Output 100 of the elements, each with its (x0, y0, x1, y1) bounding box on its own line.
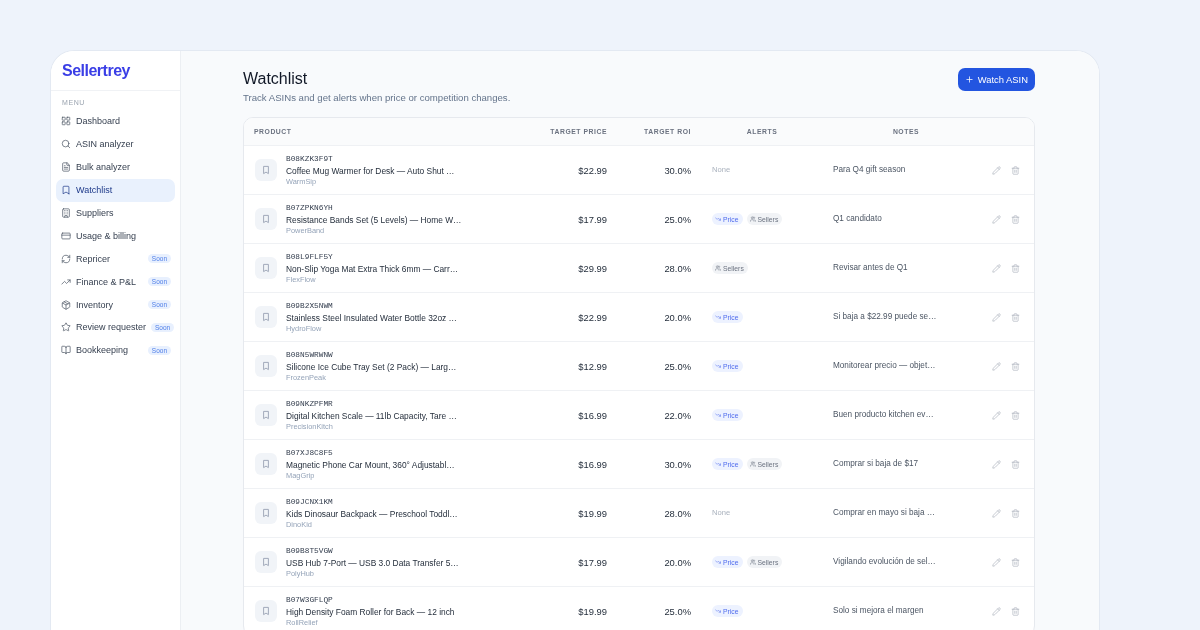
product-title: Kids Dinosaur Backpack — Preschool Toddl… (286, 507, 458, 520)
users-icon (749, 559, 756, 565)
note-text: Revisar antes de Q1 (833, 263, 908, 272)
bookmark-icon (255, 355, 277, 377)
page-subtitle: Track ASINs and get alerts when price or competition changes. (243, 91, 511, 105)
target-price: $19.99 (578, 605, 607, 617)
package-icon (61, 299, 71, 310)
target-price: $29.99 (578, 262, 607, 274)
bookmark-icon (255, 453, 277, 475)
target-roi: 20.0% (664, 556, 691, 568)
target-price: $22.99 (578, 311, 607, 323)
bookmark-icon (61, 185, 71, 196)
product-title: Non-Slip Yoga Mat Extra Thick 6mm — Carr… (286, 262, 459, 275)
page-title: Watchlist (243, 69, 308, 89)
grid-icon (61, 116, 71, 127)
bookmark-icon (255, 502, 277, 524)
note-text: Buen producto kitchen ev… (833, 410, 934, 419)
delete-icon[interactable] (1011, 508, 1020, 518)
delete-icon[interactable] (1011, 459, 1020, 469)
product-title: Silicone Ice Cube Tray Set (2 Pack) — Larg… (286, 360, 457, 373)
bookmark-icon (255, 551, 277, 573)
delete-icon[interactable] (1011, 214, 1020, 224)
product-title: High Density Foam Roller for Back — 12 inch (286, 605, 455, 618)
target-roi: 30.0% (664, 164, 691, 176)
product-title: Digital Kitchen Scale — 11lb Capacity, Tare … (286, 409, 457, 422)
trend-up-icon (61, 276, 71, 287)
star-icon (61, 322, 71, 333)
note-text: Monitorear precio — objet… (833, 361, 936, 370)
note-text: Para Q4 gift season (833, 165, 906, 174)
target-price: $22.99 (578, 164, 607, 176)
logo: Sellertrey (62, 61, 130, 80)
bookmark-icon (255, 600, 277, 622)
users-icon (749, 461, 756, 467)
edit-icon[interactable] (992, 459, 1001, 469)
note-text: Si baja a $22.99 puede se… (833, 312, 937, 321)
target-roi: 20.0% (664, 311, 691, 323)
trend-down-icon (715, 608, 721, 614)
delete-icon[interactable] (1011, 606, 1020, 616)
target-roi: 22.0% (664, 409, 691, 421)
bookmark-icon (255, 257, 277, 279)
trend-down-icon (715, 461, 721, 467)
edit-icon[interactable] (992, 263, 1001, 273)
bookmark-icon (255, 159, 277, 181)
trend-down-icon (715, 559, 721, 565)
trend-down-icon (715, 412, 721, 418)
document-icon (61, 162, 71, 173)
edit-icon[interactable] (992, 606, 1001, 616)
product-title: USB Hub 7-Port — USB 3.0 Data Transfer 5… (286, 556, 459, 569)
building-icon (61, 208, 71, 218)
edit-icon[interactable] (992, 361, 1001, 371)
sidebar-item[interactable]: Suppliers (56, 201, 175, 225)
target-roi: 28.0% (664, 507, 691, 519)
target-price: $17.99 (578, 556, 607, 568)
users-icon (749, 216, 756, 222)
sidebar-item[interactable]: Dashboard (56, 110, 175, 133)
target-price: $19.99 (578, 507, 607, 519)
delete-icon[interactable] (1011, 361, 1020, 371)
target-roi: 28.0% (664, 262, 691, 274)
target-roi: 30.0% (664, 458, 691, 470)
card-icon (61, 230, 71, 241)
delete-icon[interactable] (1011, 410, 1020, 420)
edit-icon[interactable] (992, 214, 1001, 224)
edit-icon[interactable] (992, 557, 1001, 567)
sidebar-item[interactable]: Usage & billing (56, 224, 175, 248)
product-title: Resistance Bands Set (5 Levels) — Home W… (286, 213, 462, 226)
target-price: $16.99 (578, 409, 607, 421)
trend-down-icon (715, 363, 721, 369)
target-roi: 25.0% (664, 213, 691, 225)
target-price: $17.99 (578, 213, 607, 225)
target-price: $12.99 (578, 360, 607, 372)
search-icon (61, 139, 71, 150)
note-text: Solo si mejora el margen (833, 606, 924, 615)
delete-icon[interactable] (1011, 165, 1020, 175)
delete-icon[interactable] (1011, 312, 1020, 322)
delete-icon[interactable] (1011, 263, 1020, 273)
note-text: Comprar si baja de $17 (833, 459, 919, 468)
bookmark-icon (255, 404, 277, 426)
refresh-icon (61, 253, 71, 264)
trend-down-icon (715, 314, 721, 320)
edit-icon[interactable] (992, 410, 1001, 420)
target-price: $16.99 (578, 458, 607, 470)
edit-icon[interactable] (992, 312, 1001, 322)
book-icon (61, 345, 71, 356)
users-icon (715, 265, 721, 271)
note-text: Comprar en mayo si baja … (833, 508, 935, 517)
edit-icon[interactable] (992, 508, 1001, 518)
note-text: Vigilando evolución de sel… (833, 557, 936, 566)
trend-down-icon (715, 216, 721, 222)
delete-icon[interactable] (1011, 557, 1020, 567)
note-text: Q1 candidato (833, 214, 882, 223)
product-title: Magnetic Phone Car Mount, 360° Adjustabl… (286, 458, 455, 471)
watch-asin-button[interactable]: Watch ASIN (957, 68, 1035, 91)
bookmark-icon (255, 306, 277, 328)
target-roi: 25.0% (664, 605, 691, 617)
edit-icon[interactable] (992, 165, 1001, 175)
sidebar-item[interactable]: Watchlist (56, 178, 175, 202)
sidebar-item[interactable]: ASIN analyzer (56, 132, 175, 156)
product-title: Coffee Mug Warmer for Desk — Auto Shut … (286, 164, 455, 177)
sidebar-item[interactable]: Bulk analyzer (56, 155, 175, 179)
product-title: Stainless Steel Insulated Water Bottle 32oz … (286, 311, 457, 324)
